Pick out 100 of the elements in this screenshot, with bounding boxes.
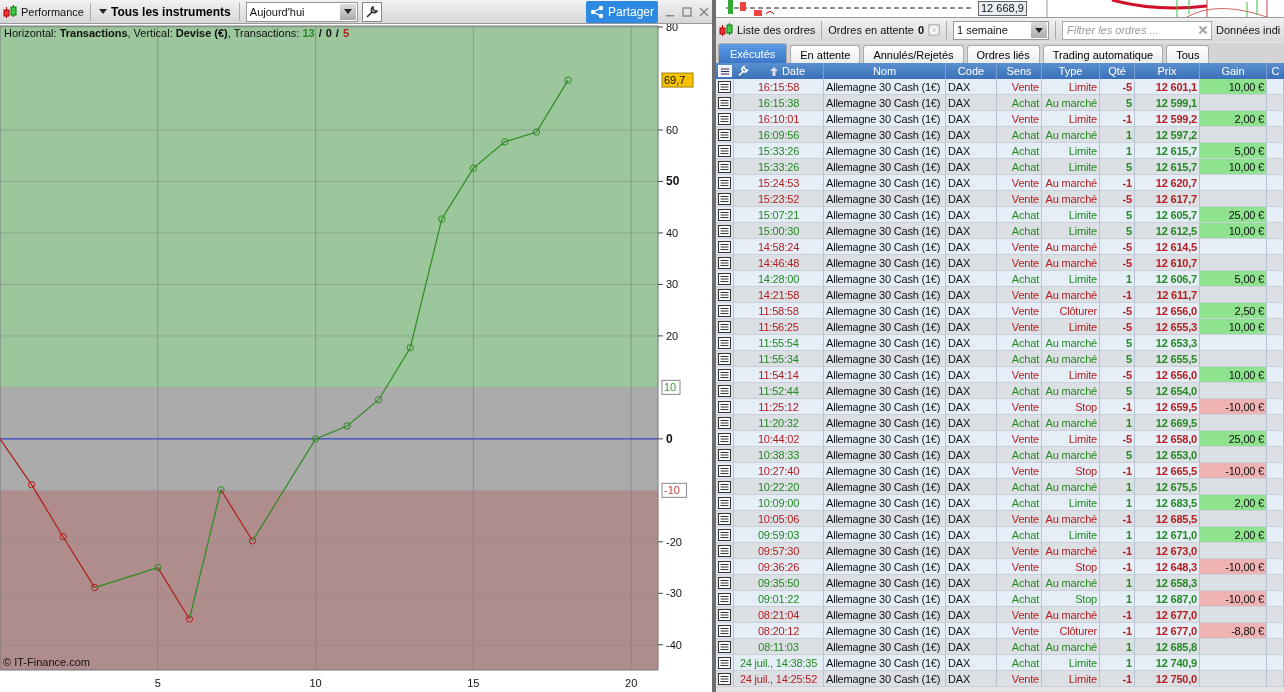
share-button[interactable]: Partager (585, 0, 658, 23)
order-details-icon[interactable] (718, 176, 731, 189)
instrument-menu[interactable]: Tous les instruments (97, 4, 233, 19)
tab[interactable]: En attente (790, 45, 861, 63)
threshold-label: 10 (661, 379, 681, 395)
order-details-icon[interactable] (718, 304, 731, 317)
maximize-icon[interactable] (682, 6, 692, 17)
order-details-icon[interactable] (718, 352, 731, 365)
gain-cell: -8,80 € (1200, 623, 1267, 639)
period-dropdown[interactable]: Aujourd'hui (245, 1, 358, 22)
axis-label: 20 (625, 677, 638, 689)
order-details-icon[interactable] (718, 336, 731, 349)
quantity-cell: -1 (1100, 671, 1135, 687)
gain-cell: 25,00 € (1200, 207, 1267, 223)
gain-cell: 10,00 € (1200, 319, 1267, 335)
gain-cell: 5,00 € (1200, 143, 1267, 159)
order-details-icon[interactable] (718, 496, 731, 509)
order-details-icon[interactable] (718, 608, 731, 621)
last-value-label: 69,7 (661, 72, 694, 88)
data-point (406, 344, 414, 352)
gain-cell: 2,00 € (1200, 495, 1267, 511)
caret-icon (1035, 27, 1043, 33)
order-details-icon[interactable] (718, 208, 731, 221)
order-details-icon[interactable] (718, 464, 731, 477)
close-icon[interactable] (699, 6, 709, 17)
axis-label: -20 (666, 535, 682, 548)
gain-cell: 5,00 € (1200, 271, 1267, 287)
gain-cell: -10,00 € (1200, 591, 1267, 607)
data-point (564, 76, 572, 84)
tab[interactable]: Annulés/Rejetés (863, 45, 964, 63)
filter-field[interactable]: Filtrer les ordres ... (1062, 20, 1212, 40)
wrench-icon[interactable] (737, 65, 749, 77)
axis-label: 30 (666, 278, 679, 291)
period-dropdown[interactable]: 1 semaine (953, 20, 1049, 40)
order-details-icon[interactable] (718, 96, 731, 109)
order-details-icon[interactable] (718, 240, 731, 253)
axis-label: -40 (666, 638, 682, 651)
order-details-icon[interactable] (718, 112, 731, 125)
order-details-icon[interactable] (718, 384, 731, 397)
data-point (438, 215, 446, 223)
order-details-icon[interactable] (718, 400, 731, 413)
data-point (154, 563, 162, 572)
order-details-icon[interactable] (718, 192, 731, 205)
chart-info: Horizontal: Transactions, Vertical: Devise (€), Transactions: 13 / 0 / 5 (4, 27, 349, 39)
order-details-icon[interactable] (718, 80, 731, 93)
order-details-icon[interactable] (718, 288, 731, 301)
order-details-icon[interactable] (718, 128, 731, 141)
data-point (27, 481, 36, 489)
details-icon[interactable] (718, 65, 732, 77)
y-tick-label: -10 (664, 484, 680, 497)
data-point (59, 533, 67, 541)
order-details-icon[interactable] (718, 624, 731, 637)
gain-cell: 2,50 € (1200, 303, 1267, 319)
order-details-icon[interactable] (718, 528, 731, 541)
order-details-icon[interactable] (718, 320, 731, 333)
tab[interactable]: Tous (1166, 45, 1210, 63)
order-details-icon[interactable] (718, 656, 731, 669)
tab[interactable]: Exécutés (718, 43, 788, 63)
order-details-icon[interactable] (718, 416, 731, 429)
order-details-icon[interactable] (718, 640, 731, 653)
order-details-icon[interactable] (718, 672, 731, 685)
order-details-icon[interactable] (718, 432, 731, 445)
order-details-icon[interactable] (718, 560, 731, 573)
caret-icon (343, 9, 352, 14)
axis-label: 20 (666, 329, 679, 342)
order-details-icon[interactable] (718, 448, 731, 461)
axis-label: 40 (666, 226, 679, 239)
order-details-icon[interactable] (718, 368, 731, 381)
pending-label: Ordres en attente (828, 24, 914, 36)
gain-cell: 10,00 € (1200, 79, 1267, 95)
caret-icon (99, 9, 107, 14)
y-tick-label: 69,7 (664, 74, 686, 87)
order-details-icon[interactable] (718, 272, 731, 285)
settings-button[interactable] (361, 1, 382, 22)
order-details-icon[interactable] (718, 224, 731, 237)
order-details-icon[interactable] (718, 576, 731, 589)
date-cell: 24 juil., 14:25:52 (734, 671, 824, 687)
order-details-icon[interactable] (718, 160, 731, 173)
order-details-icon[interactable] (718, 480, 731, 493)
candlestick-icon (3, 3, 17, 20)
tab[interactable]: Ordres liés (966, 45, 1040, 63)
gain-cell: 10,00 € (1200, 223, 1267, 239)
order-details-icon[interactable] (718, 512, 731, 525)
axis-label: 5 (154, 677, 161, 689)
tab[interactable]: Trading automatique (1042, 45, 1164, 63)
data-point (501, 138, 509, 146)
column-header[interactable]: C (1267, 63, 1284, 79)
data-point (343, 422, 351, 430)
price-label: 12 668,9 (978, 1, 1027, 16)
gain-cell: 10,00 € (1200, 159, 1267, 175)
order-details-icon[interactable] (718, 256, 731, 269)
panel-title: Liste des ordres (737, 24, 816, 36)
data-point (217, 486, 225, 494)
order-details-icon[interactable] (718, 592, 731, 605)
order-details-icon[interactable] (718, 544, 731, 557)
side-cell: Vente (997, 671, 1042, 687)
gain-cell: -10,00 € (1200, 559, 1267, 575)
axis-label: 50 (666, 174, 680, 189)
order-details-icon[interactable] (718, 144, 731, 157)
axis-label: 80 (666, 24, 679, 34)
